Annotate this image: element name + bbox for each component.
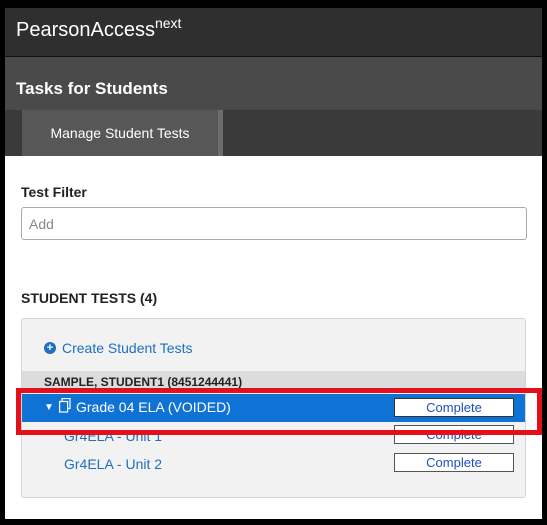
student-tests-heading: STUDENT TESTS (4) xyxy=(21,290,158,306)
app-frame: PearsonAccessnext Tasks for Students Man… xyxy=(0,0,547,525)
create-student-tests-link[interactable]: + Create Student Tests xyxy=(44,340,192,356)
create-student-tests-label: Create Student Tests xyxy=(62,340,193,356)
tab-bar: Manage Student Tests xyxy=(5,110,542,156)
student-tests-panel: + Create Student Tests SAMPLE, STUDENT1 … xyxy=(21,318,526,498)
brand-name: PearsonAccess xyxy=(16,19,155,41)
tab-edge-divider xyxy=(218,110,223,156)
caret-down-icon[interactable]: ▼ xyxy=(44,402,54,413)
tasks-bar: Tasks for Students xyxy=(5,57,542,110)
unit-row[interactable]: Gr4ELA - Unit 2 Complete xyxy=(22,451,525,479)
unit-name-link[interactable]: Gr4ELA - Unit 2 xyxy=(64,456,162,472)
test-row-selected[interactable]: ▼ Grade 04 ELA (VOIDED) Complete xyxy=(22,394,525,422)
tasks-title: Tasks for Students xyxy=(16,79,168,98)
unit-status-badge: Complete xyxy=(394,453,514,472)
unit-name-link[interactable]: Gr4ELA - Unit 1 xyxy=(64,428,162,444)
document-copy-icon xyxy=(59,398,71,413)
brand-logo[interactable]: PearsonAccessnext xyxy=(16,15,181,42)
test-name: Grade 04 ELA (VOIDED) xyxy=(76,399,231,415)
plus-circle-icon: + xyxy=(44,342,56,354)
test-status-badge: Complete xyxy=(394,398,514,417)
unit-row[interactable]: Gr4ELA - Unit 1 Complete xyxy=(22,423,525,451)
student-header-row: SAMPLE, STUDENT1 (8451244441) xyxy=(22,371,525,393)
test-filter-label: Test Filter xyxy=(21,184,87,200)
tab-manage-student-tests[interactable]: Manage Student Tests xyxy=(22,110,218,156)
brand-superscript: next xyxy=(154,15,182,31)
top-header: PearsonAccessnext xyxy=(5,8,542,57)
test-filter-input[interactable] xyxy=(21,207,527,240)
unit-status-badge: Complete xyxy=(394,425,514,444)
